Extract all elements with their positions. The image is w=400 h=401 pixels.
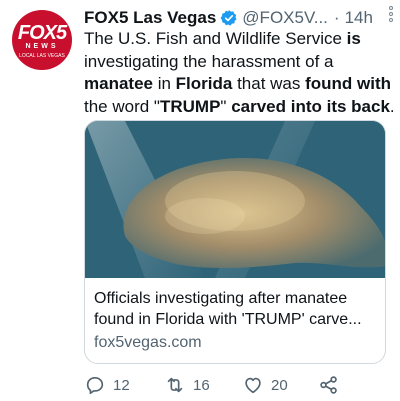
avatar[interactable]: FOX5 NEWS LOCAL LAS VEGAS bbox=[12, 10, 72, 70]
tweet-text-segment: found with bbox=[305, 74, 392, 93]
tweet-text-segment: in bbox=[152, 74, 176, 93]
like-button[interactable]: 20 bbox=[242, 374, 288, 396]
card-title: Officials investigating after manatee fo… bbox=[94, 290, 362, 328]
tweet-time[interactable]: 14h bbox=[345, 8, 373, 28]
tweet-header: FOX5 Las Vegas @FOX5V... · 14h bbox=[84, 6, 392, 30]
avatar-logo-local: LOCAL LAS VEGAS bbox=[19, 53, 65, 59]
account-handle[interactable]: @FOX5V... bbox=[242, 8, 328, 28]
retweet-button[interactable]: 16 bbox=[164, 374, 210, 396]
tweet-text-segment: " bbox=[220, 96, 232, 116]
tweet-text-segment: The U.S. Fish and Wildlife Service bbox=[84, 29, 347, 48]
verified-badge-icon bbox=[220, 10, 237, 26]
avatar-logo-news: NEWS bbox=[25, 43, 59, 50]
link-card[interactable]: Officials investigating after manatee fo… bbox=[84, 120, 386, 364]
tweet-text: The U.S. Fish and Wildlife Service is in… bbox=[84, 28, 396, 118]
avatar-logo-text: FOX5 bbox=[17, 22, 67, 44]
retweet-count: 16 bbox=[193, 376, 210, 394]
tweet-text-segment: the word " bbox=[84, 96, 160, 116]
tweet-text-segment: is bbox=[346, 29, 361, 48]
reply-count: 12 bbox=[113, 376, 130, 394]
separator-dot: · bbox=[333, 8, 340, 27]
tweet-text-segment: TRUMP bbox=[159, 96, 221, 116]
like-icon bbox=[245, 377, 261, 394]
share-button[interactable] bbox=[318, 374, 347, 396]
tweet-text-segment: carved into its back bbox=[231, 96, 390, 116]
reply-icon bbox=[86, 377, 104, 395]
more-icon[interactable] bbox=[388, 6, 394, 22]
account-name[interactable]: FOX5 Las Vegas bbox=[84, 8, 216, 28]
tweet-actions: 12 16 20 bbox=[84, 374, 384, 398]
tweet-text-segment: investigating the harassment of a bbox=[84, 51, 334, 71]
tweet-text-segment: . bbox=[389, 96, 395, 116]
tweet-text-segment: manatee bbox=[84, 74, 153, 93]
reply-button[interactable]: 12 bbox=[84, 374, 130, 396]
manatee-photo bbox=[85, 121, 385, 278]
tweet-text-segment: that was bbox=[232, 74, 306, 93]
retweet-icon bbox=[167, 377, 183, 393]
like-count: 20 bbox=[271, 376, 288, 394]
tweet-text-segment: Florida bbox=[175, 74, 233, 93]
share-icon bbox=[320, 376, 337, 394]
card-domain: fox5vegas.com bbox=[94, 334, 202, 351]
